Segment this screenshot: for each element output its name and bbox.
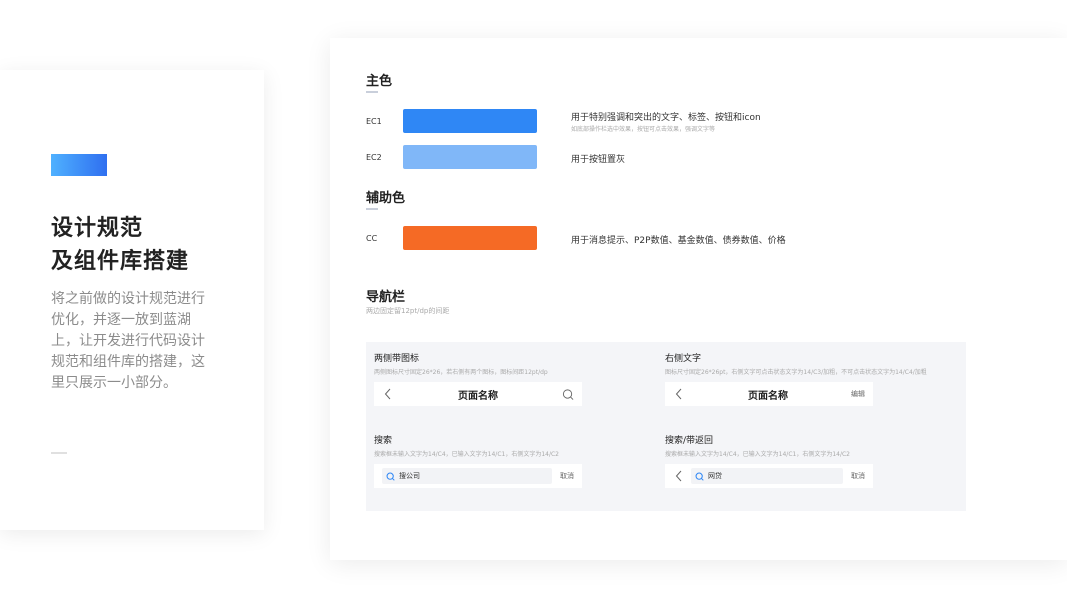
secondary-title: 辅助色	[366, 191, 406, 206]
search-query: 网贷	[708, 472, 722, 480]
search-icon[interactable]	[562, 388, 574, 400]
page-name: 页面名称	[748, 390, 788, 402]
demo-title: 搜索	[374, 436, 393, 446]
swatch-ec2	[403, 145, 537, 169]
demo-title: 右侧文字	[665, 354, 702, 364]
swatch-desc-ec1: 用于特别强调和突出的文字、标签、按钮和icon	[571, 113, 761, 123]
spec-card: 主色 EC1 用于特别强调和突出的文字、标签、按钮和icon 如底部操作栏选中效…	[330, 38, 1067, 560]
navbar-right-text: 页面名称 编辑	[665, 382, 873, 406]
secondary-underline	[366, 208, 378, 210]
swatch-code-ec2: EC2	[366, 153, 382, 162]
edit-button[interactable]: 编辑	[851, 389, 865, 399]
demo-note: 图标尺寸固定26*26pt，右侧文字可点击状态文字为14/C3/加粗，不可点击状…	[665, 369, 927, 376]
back-chevron-icon[interactable]	[382, 388, 394, 400]
swatch-cc	[403, 226, 537, 250]
search-icon	[695, 472, 704, 481]
navbar-subtitle: 两边固定留12pt/dp的间距	[366, 307, 450, 315]
accent-bar	[51, 154, 107, 176]
search-input[interactable]: 网贷	[691, 468, 843, 484]
primary-underline	[366, 91, 378, 93]
search-input[interactable]: 搜公司	[382, 468, 552, 484]
swatch-ec1	[403, 109, 537, 133]
demo-note: 两侧图标尺寸固定26*26，若右侧有两个图标，图标间距12pt/dp	[374, 369, 548, 376]
intro-title: 设计规范 及组件库搭建	[51, 212, 251, 278]
demo-right-text: 右侧文字 图标尺寸固定26*26pt，右侧文字可点击状态文字为14/C3/加粗，…	[665, 351, 927, 376]
intro-card: 设计规范 及组件库搭建 将之前做的设计规范进行优化，并逐一放到蓝湖上，让开发进行…	[0, 70, 264, 530]
navbar-search-back: 网贷 取消	[665, 464, 873, 488]
search-query: 搜公司	[399, 472, 420, 480]
navbar-demo-panel: 两侧带图标 两侧图标尺寸固定26*26，若右侧有两个图标，图标间距12pt/dp…	[366, 342, 966, 511]
cancel-button[interactable]: 取消	[851, 471, 865, 481]
demo-both-icons: 两侧带图标 两侧图标尺寸固定26*26，若右侧有两个图标，图标间距12pt/dp	[374, 351, 582, 376]
demo-title: 两侧带图标	[374, 354, 420, 364]
demo-title: 搜索/带返回	[665, 436, 714, 446]
primary-title: 主色	[366, 74, 393, 89]
demo-note: 搜索框未输入文字为14/C4，已输入文字为14/C1，右侧文字为14/C2	[665, 451, 850, 458]
swatch-desc-ec2: 用于按钮置灰	[571, 155, 626, 165]
swatch-code-ec1: EC1	[366, 117, 382, 126]
intro-description: 将之前做的设计规范进行优化，并逐一放到蓝湖上，让开发进行代码设计规范和组件库的搭…	[51, 291, 205, 391]
demo-search-back: 搜索/带返回 搜索框未输入文字为14/C4，已输入文字为14/C1，右侧文字为1…	[665, 433, 873, 458]
intro-title-line2: 及组件库搭建	[51, 249, 190, 274]
navbar-title: 导航栏	[366, 290, 406, 305]
page-name: 页面名称	[458, 390, 498, 402]
search-icon	[386, 472, 395, 481]
demo-note: 搜索框未输入文字为14/C4，已输入文字为14/C1，右侧文字为14/C2	[374, 451, 559, 458]
swatch-code-cc: CC	[366, 234, 378, 243]
swatch-note-ec1: 如底部操作栏选中效果，按钮可点击效果，强调文字等	[571, 126, 716, 133]
navbar-search: 搜公司 取消	[374, 464, 582, 488]
demo-search: 搜索 搜索框未输入文字为14/C4，已输入文字为14/C1，右侧文字为14/C2	[374, 433, 582, 458]
swatch-desc-cc: 用于消息提示、P2P数值、基金数值、债券数值、价格	[571, 236, 786, 246]
back-chevron-icon[interactable]	[673, 470, 685, 482]
navbar-both-icons: 页面名称	[374, 382, 582, 406]
divider	[51, 452, 67, 454]
intro-title-line1: 设计规范	[51, 216, 144, 241]
back-chevron-icon[interactable]	[673, 388, 685, 400]
cancel-button[interactable]: 取消	[560, 471, 574, 481]
